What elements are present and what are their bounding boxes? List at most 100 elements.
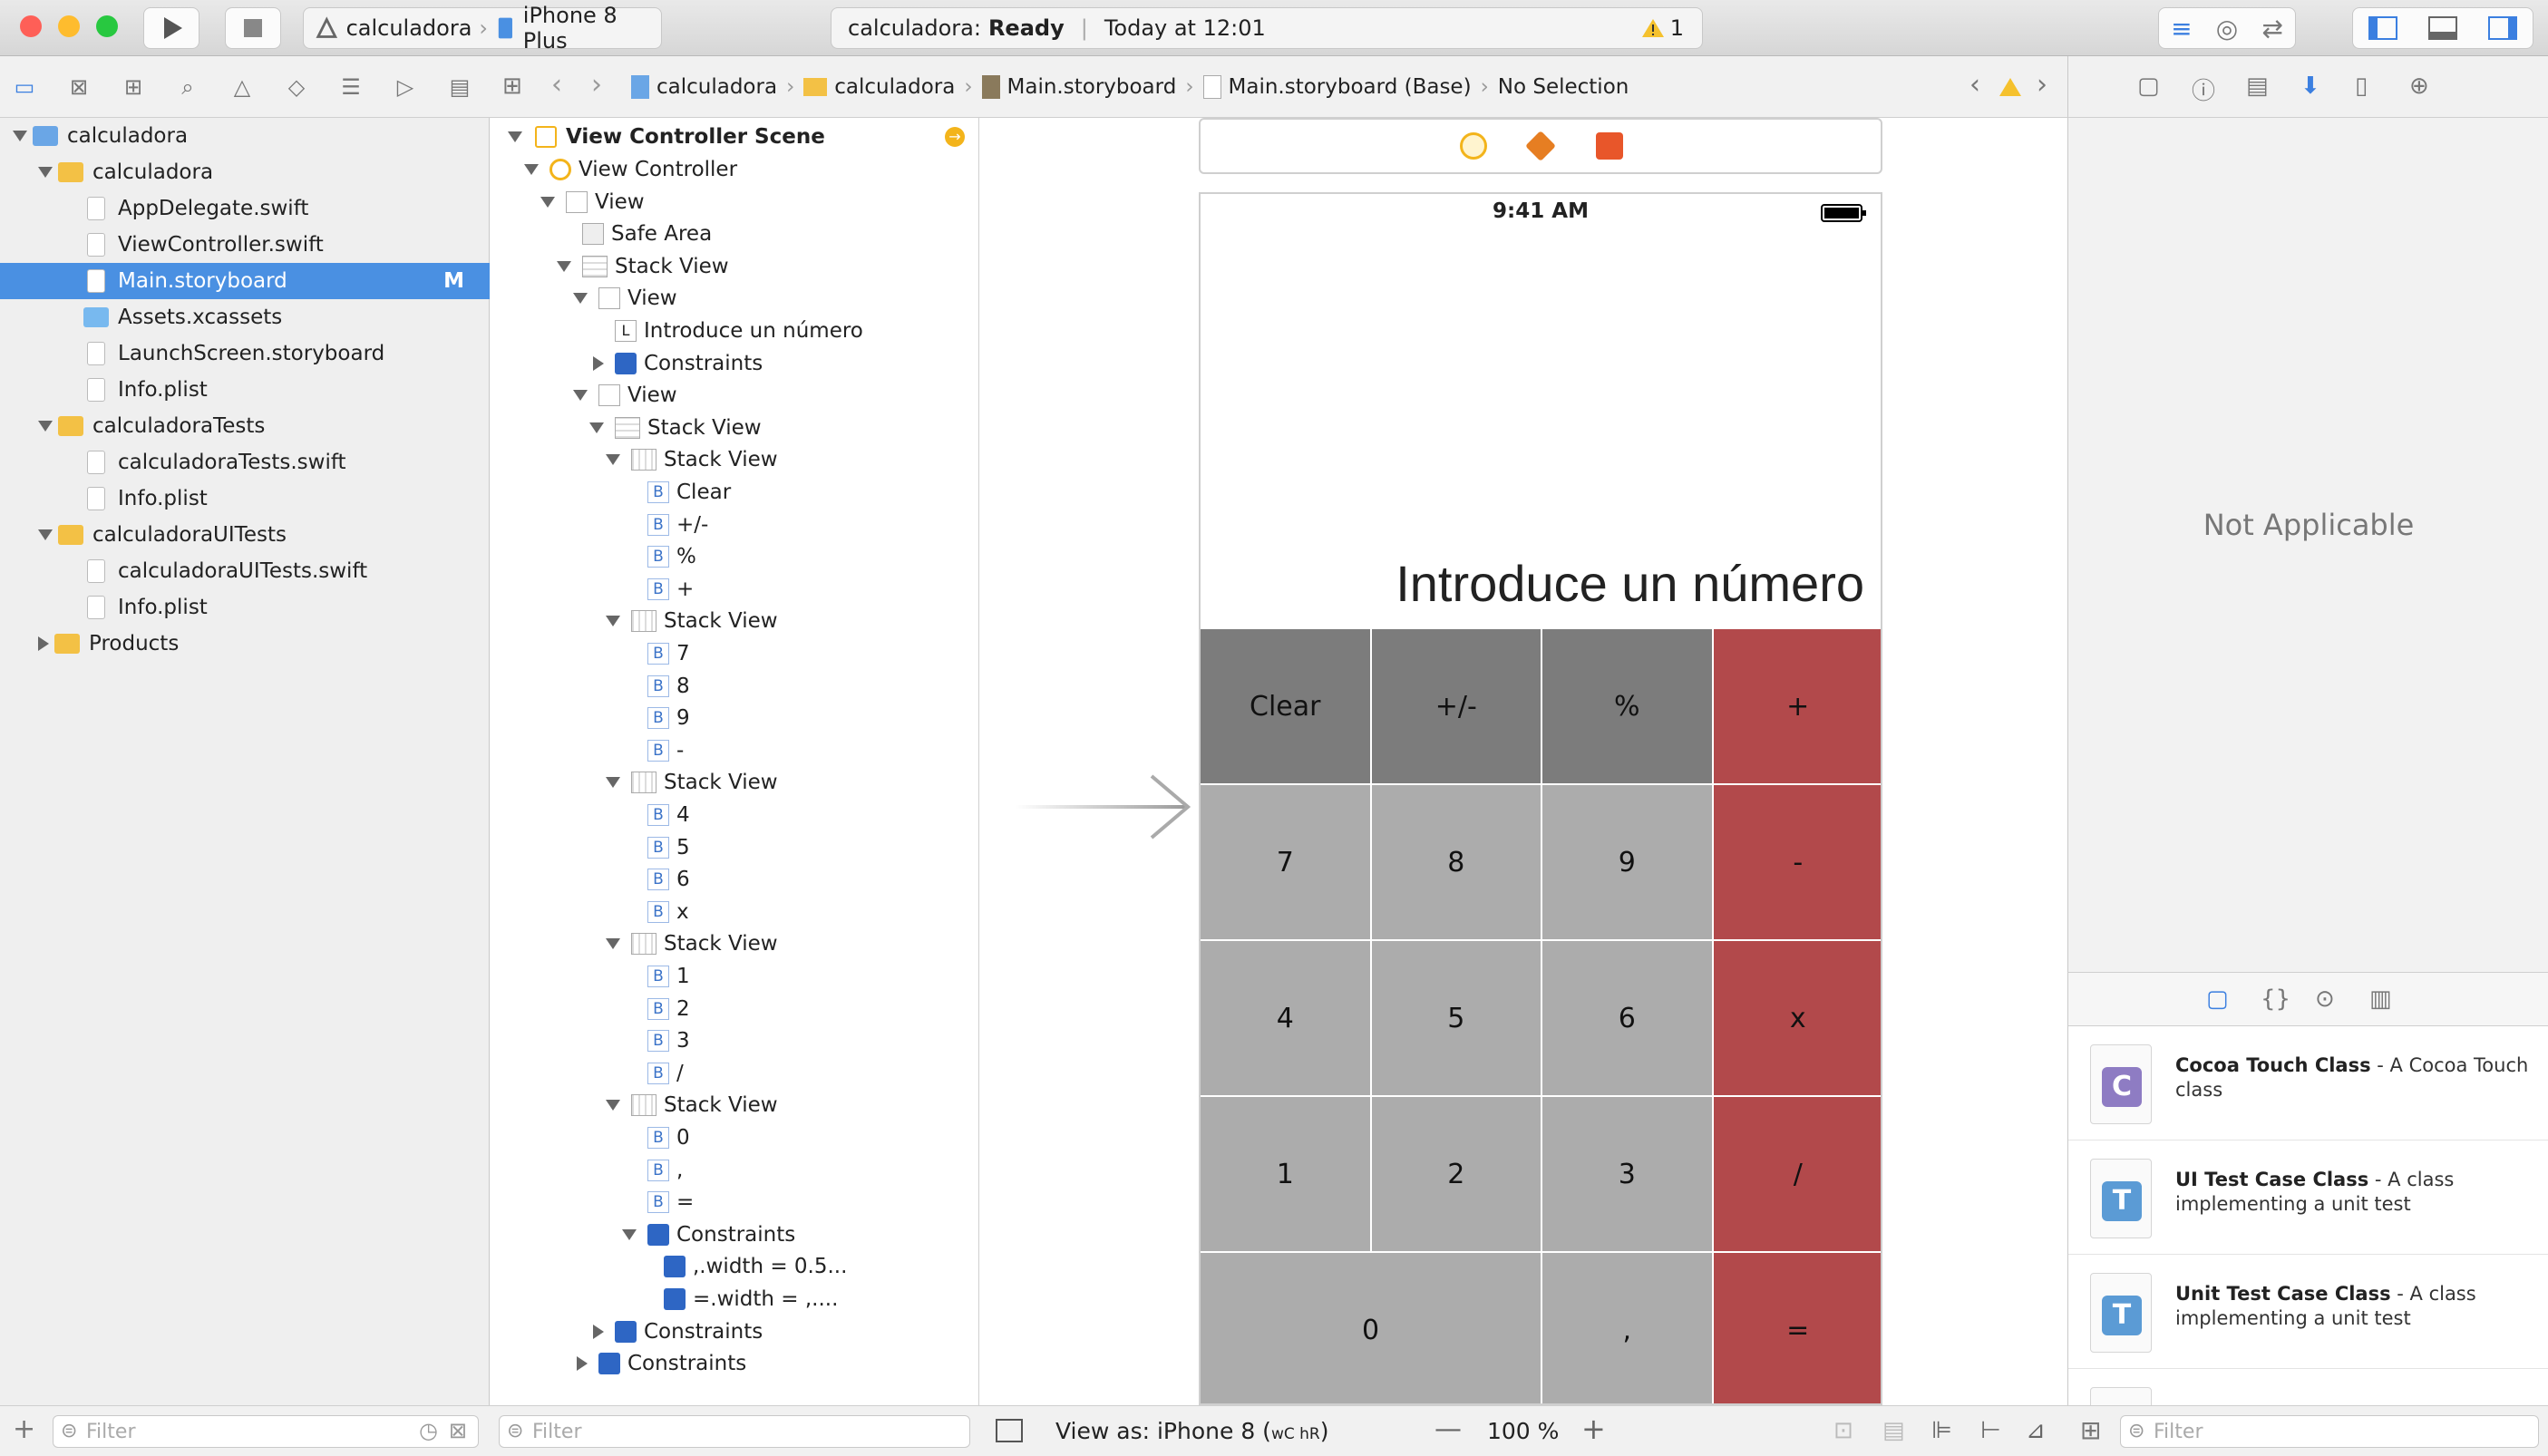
disclosure-right-icon[interactable]	[593, 355, 604, 371]
back-arrow-icon[interactable]: ‹	[551, 69, 562, 101]
disclosure-down-icon[interactable]	[524, 164, 539, 175]
outline-item[interactable]: Constraints	[622, 1219, 795, 1250]
scene-header[interactable]: View Controller Scene	[508, 121, 825, 152]
breadcrumb-item[interactable]: Main.storyboard	[981, 75, 1176, 99]
embed-in-stack-icon[interactable]: ▤	[1882, 1417, 1905, 1444]
scheme-selector[interactable]: calculadora › iPhone 8 Plus	[303, 3, 662, 53]
disclosure-down-icon[interactable]	[13, 131, 27, 141]
outline-item[interactable]: Constraints	[589, 348, 763, 379]
calculator-key[interactable]: 5	[1371, 941, 1542, 1097]
outline-item[interactable]: Constraints	[573, 1348, 746, 1379]
outline-item[interactable]: Constraints	[589, 1316, 763, 1347]
calculator-key[interactable]: =	[1713, 1253, 1881, 1403]
navigator-item[interactable]: Info.plist	[0, 372, 490, 408]
calculator-key[interactable]: +/-	[1371, 629, 1542, 785]
outline-item[interactable]: B3	[622, 1025, 690, 1056]
zoom-in-icon[interactable]: +	[1581, 1412, 1606, 1446]
outline-item[interactable]: View	[573, 283, 677, 314]
outline-item[interactable]: B1	[622, 961, 690, 992]
calculator-key[interactable]: 6	[1542, 941, 1714, 1097]
outline-item[interactable]: B +	[622, 574, 694, 605]
outline-item[interactable]: View Controller	[524, 154, 737, 185]
utilities-toggle-icon[interactable]	[2487, 15, 2518, 41]
disclosure-down-icon[interactable]	[557, 260, 571, 272]
outline-item[interactable]: View	[573, 380, 677, 411]
navigator-item[interactable]: calculadoraTests.swift	[0, 444, 490, 480]
first-responder-icon[interactable]	[1525, 131, 1556, 161]
navigator-item[interactable]: ViewController.swift	[0, 227, 490, 263]
disclosure-down-icon[interactable]	[622, 1228, 637, 1240]
forward-arrow-icon[interactable]: ›	[591, 69, 602, 101]
resolve-issues-icon[interactable]: ⊿	[2026, 1417, 2046, 1444]
calculator-key[interactable]: Clear	[1201, 629, 1372, 785]
outline-item[interactable]: B8	[622, 671, 690, 702]
outline-item[interactable]: B +/-	[622, 510, 708, 540]
disclosure-down-icon[interactable]	[573, 293, 588, 305]
warning-indicator[interactable]: 1	[1641, 15, 1684, 41]
attributes-inspector-icon[interactable]: ⬇	[2300, 73, 2320, 100]
exit-icon[interactable]	[1596, 132, 1623, 160]
scm-filter-icon[interactable]: ⊠	[449, 1418, 467, 1443]
navigator-item[interactable]: Main.storyboard M	[0, 263, 490, 299]
navigator-item[interactable]: Info.plist	[0, 480, 490, 517]
find-navigator-icon[interactable]: ⌕	[172, 72, 203, 102]
stop-button[interactable]	[225, 7, 281, 49]
outline-item[interactable]: Stack View	[589, 413, 762, 443]
zoom-window-button[interactable]	[96, 15, 118, 37]
scene-arrow-icon[interactable]: →	[945, 127, 965, 147]
add-constraints-icon[interactable]: ⊢	[1980, 1417, 2001, 1444]
disclosure-right-icon[interactable]	[38, 636, 49, 651]
disclosure-down-icon[interactable]	[606, 1100, 620, 1111]
library-filter-input[interactable]: ⊜ Filter	[2120, 1415, 2539, 1448]
report-navigator-icon[interactable]: ▤	[444, 72, 475, 102]
calculator-key[interactable]: 9	[1542, 785, 1714, 941]
object-library-icon[interactable]: ⊙	[2315, 985, 2335, 1013]
disclosure-down-icon[interactable]	[606, 938, 620, 950]
calculator-key[interactable]: x	[1713, 941, 1881, 1097]
update-frames-icon[interactable]: ⊡	[1833, 1417, 1853, 1444]
next-issue-icon[interactable]: ›	[2037, 69, 2047, 101]
disclosure-down-icon[interactable]	[606, 454, 620, 466]
disclosure-down-icon[interactable]	[508, 131, 522, 142]
view-as-button[interactable]: View as: iPhone 8 (wC hR)	[1055, 1418, 1328, 1444]
disclosure-down-icon[interactable]	[38, 529, 53, 540]
calculator-key[interactable]: ,	[1542, 1253, 1714, 1403]
disclosure-right-icon[interactable]	[577, 1356, 588, 1372]
version-editor-icon[interactable]: ⇄	[2261, 14, 2282, 44]
navigator-item[interactable]: calculadoraUITests	[0, 517, 490, 553]
zoom-out-icon[interactable]: —	[1434, 1413, 1462, 1445]
outline-item[interactable]: Stack View	[606, 1090, 778, 1121]
standard-editor-icon[interactable]: ≡	[2171, 14, 2192, 44]
library-item[interactable]: C Cocoa Touch Class - A Cocoa Touch class	[2068, 1026, 2548, 1141]
outline-item[interactable]: B7	[622, 638, 690, 669]
library-item[interactable]: T UI Test Case Class - A class implementi…	[2068, 1141, 2548, 1255]
navigator-item[interactable]: calculadora	[0, 118, 490, 154]
calculator-key[interactable]: /	[1713, 1097, 1881, 1253]
outline-item[interactable]: Safe Area	[557, 218, 712, 249]
calculator-key[interactable]: 1	[1201, 1097, 1372, 1253]
project-navigator-icon[interactable]: ▭	[9, 72, 40, 102]
calculator-key[interactable]: 0	[1201, 1253, 1542, 1403]
connections-inspector-icon[interactable]: ⊕	[2409, 73, 2429, 100]
navigator-toggle-icon[interactable]	[2368, 15, 2398, 41]
symbol-navigator-icon[interactable]: ⊞	[118, 72, 149, 102]
debug-navigator-icon[interactable]: ☰	[336, 72, 366, 102]
breakpoint-navigator-icon[interactable]: ▷	[390, 72, 421, 102]
outline-item[interactable]: B /	[622, 1058, 684, 1089]
code-snippet-library-icon[interactable]: {}	[2261, 985, 2290, 1013]
outline-item[interactable]: B Clear	[622, 477, 731, 508]
outline-item[interactable]: Stack View	[606, 444, 778, 475]
quick-help-icon[interactable]: ⓘ	[2192, 73, 2215, 106]
outline-item[interactable]: Stack View	[557, 251, 729, 282]
outline-item[interactable]: B%	[622, 541, 696, 572]
disclosure-down-icon[interactable]	[540, 196, 555, 208]
align-icon[interactable]: ⊫	[1931, 1417, 1952, 1444]
run-button[interactable]	[143, 7, 199, 49]
breadcrumb-item[interactable]: Main.storyboard (Base)	[1202, 75, 1472, 99]
outline-item[interactable]: B,	[622, 1155, 683, 1186]
file-inspector-icon[interactable]: ▢	[2137, 73, 2160, 100]
breadcrumb-item[interactable]: No Selection	[1498, 75, 1629, 99]
outline-item[interactable]: ,.width = 0.5...	[638, 1251, 847, 1282]
calculator-key[interactable]: %	[1542, 629, 1714, 785]
test-navigator-icon[interactable]: ◇	[281, 72, 312, 102]
